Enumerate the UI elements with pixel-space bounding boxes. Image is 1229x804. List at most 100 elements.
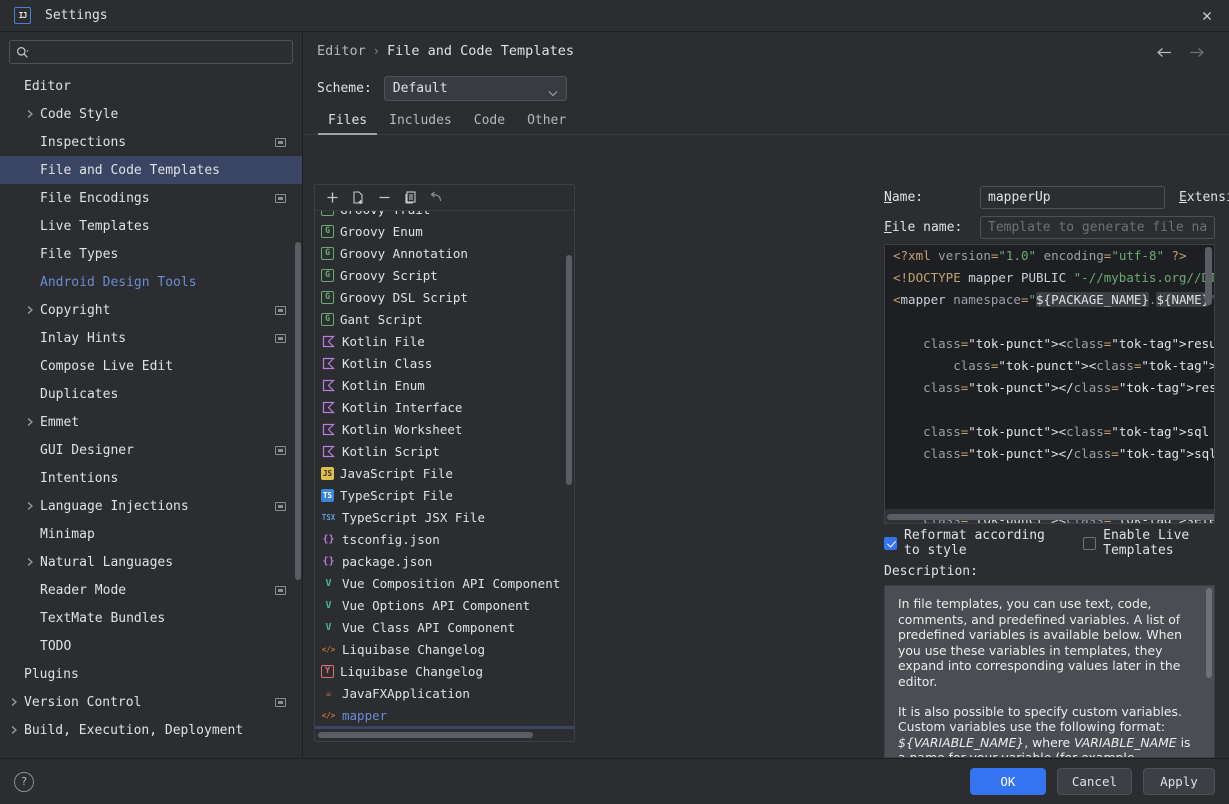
sidebar-item-language-injections[interactable]: Language Injections: [0, 492, 302, 520]
template-tabs: Files Includes Code Other: [303, 106, 1229, 135]
cancel-button[interactable]: Cancel: [1056, 768, 1132, 795]
sidebar-item-file-types[interactable]: File Types: [0, 240, 302, 268]
sidebar-item-textmate-bundles[interactable]: TextMate Bundles: [0, 604, 302, 632]
template-list-item-label: Vue Class API Component: [342, 619, 516, 635]
reformat-checkbox[interactable]: [884, 536, 897, 550]
sidebar-item-label: Reader Mode: [40, 582, 127, 598]
template-list-item[interactable]: </> mapper: [315, 704, 574, 726]
sidebar-item-compose-live-edit[interactable]: Compose Live Edit: [0, 352, 302, 380]
sidebar-item-build-execution-deployment[interactable]: Build, Execution, Deployment: [0, 716, 302, 744]
sidebar-item-android-design-tools[interactable]: Android Design Tools: [0, 268, 302, 296]
template-list-item-label: Groovy Enum: [340, 223, 423, 239]
template-list-item[interactable]: V Vue Composition API Component: [315, 572, 574, 594]
chevron-right-icon[interactable]: [26, 109, 40, 119]
tab-code[interactable]: Code: [463, 113, 516, 134]
kotlin-file-icon: [321, 334, 336, 349]
search-box[interactable]: [9, 40, 293, 64]
description-paragraph: In file templates, you can use text, cod…: [898, 596, 1182, 689]
editor-hscrollbar[interactable]: [887, 514, 1214, 520]
sidebar-item-code-style[interactable]: Code Style: [0, 100, 302, 128]
template-list-item[interactable]: ☕ JavaFXApplication: [315, 682, 574, 704]
template-list-item[interactable]: G Gant Script: [315, 308, 574, 330]
chevron-right-icon[interactable]: [26, 305, 40, 315]
sidebar-item-plugins[interactable]: Plugins: [0, 660, 302, 688]
copyable-settings-icon: [275, 501, 286, 511]
template-list-item[interactable]: G Groovy Trait: [315, 211, 574, 220]
chevron-right-icon[interactable]: [10, 725, 24, 735]
name-label-mnemonic: N: [884, 189, 892, 205]
sidebar-item-file-encodings[interactable]: File Encodings: [0, 184, 302, 212]
sidebar-scrollbar-thumb[interactable]: [295, 242, 301, 580]
tab-other[interactable]: Other: [516, 113, 577, 134]
template-list-item[interactable]: G Groovy DSL Script: [315, 286, 574, 308]
template-list-item[interactable]: JS JavaScript File: [315, 462, 574, 484]
template-list-item[interactable]: {} tsconfig.json: [315, 528, 574, 550]
template-list-vscrollbar[interactable]: [566, 255, 572, 485]
sidebar-item-label: Language Injections: [40, 498, 189, 514]
settings-content-pane: Editor › File and Code Templates Scheme:…: [303, 32, 1229, 758]
sidebar-item-inlay-hints[interactable]: Inlay Hints: [0, 324, 302, 352]
template-list-item[interactable]: Kotlin Worksheet: [315, 418, 574, 440]
sidebar-item-natural-languages[interactable]: Natural Languages: [0, 548, 302, 576]
sidebar-item-copyright[interactable]: Copyright: [0, 296, 302, 324]
filename-input[interactable]: [980, 215, 1215, 239]
breadcrumb-current: File and Code Templates: [387, 43, 574, 59]
template-list-item[interactable]: V Vue Class API Component: [315, 616, 574, 638]
duplicate-template-button[interactable]: [399, 188, 421, 208]
template-list-item[interactable]: G Groovy Enum: [315, 220, 574, 242]
copy-template-button[interactable]: [347, 188, 369, 208]
template-list-item[interactable]: TS TypeScript File: [315, 484, 574, 506]
template-list-item[interactable]: Y Liquibase Changelog: [315, 660, 574, 682]
template-list-item[interactable]: Kotlin Script: [315, 440, 574, 462]
sidebar-item-version-control[interactable]: Version Control: [0, 688, 302, 716]
breadcrumb-parent[interactable]: Editor: [317, 43, 366, 59]
live-templates-checkbox[interactable]: [1083, 536, 1097, 550]
tab-files[interactable]: Files: [317, 113, 378, 135]
description-scrollbar[interactable]: [1206, 588, 1212, 678]
sidebar-item-minimap[interactable]: Minimap: [0, 520, 302, 548]
template-list-item-label: TypeScript File: [340, 487, 453, 503]
template-list-hscrollbar[interactable]: [318, 732, 533, 738]
template-list-item[interactable]: </> Liquibase Changelog: [315, 638, 574, 660]
forward-arrow-icon[interactable]: [1185, 42, 1207, 62]
sidebar-item-todo[interactable]: TODO: [0, 632, 302, 660]
chevron-right-icon[interactable]: [26, 501, 40, 511]
sidebar-item-emmet[interactable]: Emmet: [0, 408, 302, 436]
chevron-right-icon[interactable]: [10, 697, 24, 707]
template-list-item[interactable]: Kotlin File: [315, 330, 574, 352]
name-input[interactable]: [980, 185, 1165, 209]
add-template-button[interactable]: [321, 188, 343, 208]
sidebar-item-reader-mode[interactable]: Reader Mode: [0, 576, 302, 604]
template-list-item[interactable]: G Groovy Annotation: [315, 242, 574, 264]
remove-template-button[interactable]: [373, 188, 395, 208]
template-list-item[interactable]: {} package.json: [315, 550, 574, 572]
template-list-item[interactable]: Kotlin Enum: [315, 374, 574, 396]
apply-button[interactable]: Apply: [1143, 768, 1215, 795]
template-list-item-selected[interactable]: </>mapperUp: [315, 726, 574, 729]
template-list-item[interactable]: Kotlin Class: [315, 352, 574, 374]
scheme-dropdown[interactable]: Default: [383, 75, 567, 101]
sidebar-item-inspections[interactable]: Inspections: [0, 128, 302, 156]
help-icon[interactable]: ?: [14, 771, 34, 792]
chevron-right-icon[interactable]: [26, 557, 40, 567]
template-list-item[interactable]: TSX TypeScript JSX File: [315, 506, 574, 528]
tab-includes[interactable]: Includes: [378, 113, 463, 134]
search-input[interactable]: [33, 44, 286, 60]
sidebar-item-label: Editor: [24, 78, 71, 94]
close-icon[interactable]: ✕: [1185, 0, 1229, 32]
sidebar-item-editor[interactable]: Editor: [0, 72, 302, 100]
template-list-item[interactable]: V Vue Options API Component: [315, 594, 574, 616]
sidebar-item-intentions[interactable]: Intentions: [0, 464, 302, 492]
reset-template-button[interactable]: [425, 188, 447, 208]
editor-vscrollbar[interactable]: [1205, 247, 1212, 305]
sidebar-item-gui-designer[interactable]: GUI Designer: [0, 436, 302, 464]
chevron-right-icon[interactable]: [26, 417, 40, 427]
ok-button[interactable]: OK: [969, 768, 1046, 795]
template-list-item[interactable]: Kotlin Interface: [315, 396, 574, 418]
sidebar-item-duplicates[interactable]: Duplicates: [0, 380, 302, 408]
template-list-item[interactable]: G Groovy Script: [315, 264, 574, 286]
template-code-editor[interactable]: <?xml version="1.0" encoding="utf-8" ?> <…: [884, 244, 1215, 524]
sidebar-item-file-and-code-templates[interactable]: File and Code Templates: [0, 156, 302, 184]
sidebar-item-live-templates[interactable]: Live Templates: [0, 212, 302, 240]
back-arrow-icon[interactable]: [1153, 42, 1175, 62]
